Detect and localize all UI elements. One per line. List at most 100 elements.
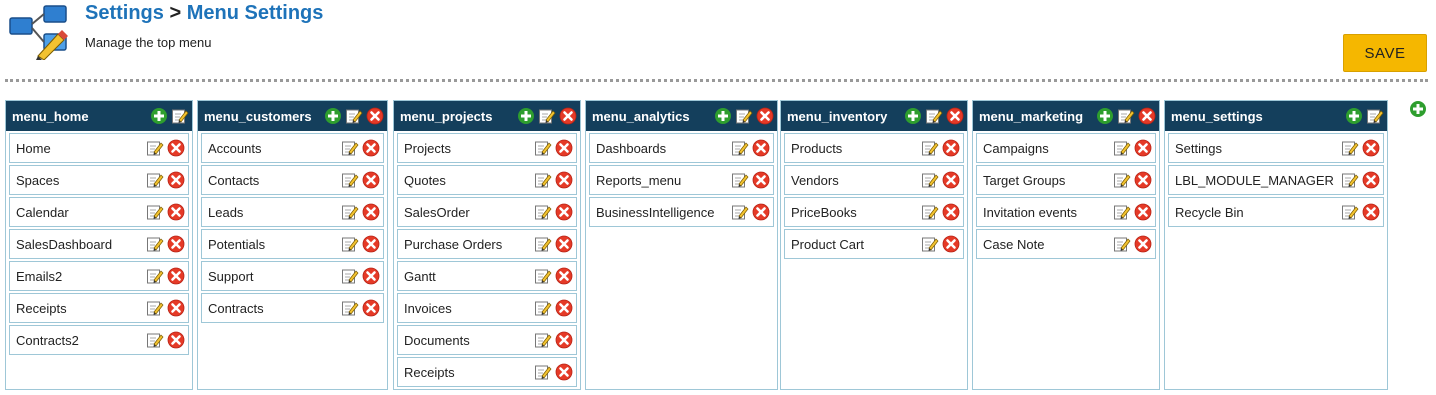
edit-item-icon[interactable] bbox=[921, 235, 939, 253]
add-menu-column-plus-icon[interactable] bbox=[1409, 100, 1427, 118]
add-item-plus-icon[interactable] bbox=[150, 107, 168, 125]
delete-item-icon[interactable] bbox=[362, 267, 380, 285]
menu-item[interactable]: Dashboards bbox=[589, 133, 774, 163]
menu-item[interactable]: Documents bbox=[397, 325, 577, 355]
delete-item-icon[interactable] bbox=[555, 299, 573, 317]
delete-item-icon[interactable] bbox=[555, 331, 573, 349]
edit-item-icon[interactable] bbox=[341, 267, 359, 285]
delete-item-icon[interactable] bbox=[942, 235, 960, 253]
delete-menu-icon[interactable] bbox=[559, 107, 577, 125]
edit-menu-icon[interactable] bbox=[538, 107, 556, 125]
edit-item-icon[interactable] bbox=[921, 139, 939, 157]
menu-item[interactable]: LBL_MODULE_MANAGER bbox=[1168, 165, 1384, 195]
edit-menu-icon[interactable] bbox=[925, 107, 943, 125]
menu-item[interactable]: SalesOrder bbox=[397, 197, 577, 227]
delete-item-icon[interactable] bbox=[167, 299, 185, 317]
delete-item-icon[interactable] bbox=[942, 203, 960, 221]
delete-item-icon[interactable] bbox=[555, 267, 573, 285]
edit-item-icon[interactable] bbox=[1341, 203, 1359, 221]
edit-menu-icon[interactable] bbox=[345, 107, 363, 125]
menu-item[interactable]: Recycle Bin bbox=[1168, 197, 1384, 227]
menu-item[interactable]: SalesDashboard bbox=[9, 229, 189, 259]
menu-item[interactable]: BusinessIntelligence bbox=[589, 197, 774, 227]
edit-item-icon[interactable] bbox=[1341, 139, 1359, 157]
delete-item-icon[interactable] bbox=[555, 235, 573, 253]
delete-item-icon[interactable] bbox=[362, 299, 380, 317]
menu-item[interactable]: Contracts bbox=[201, 293, 384, 323]
delete-item-icon[interactable] bbox=[752, 171, 770, 189]
edit-item-icon[interactable] bbox=[921, 171, 939, 189]
menu-item[interactable]: Invoices bbox=[397, 293, 577, 323]
menu-item[interactable]: Receipts bbox=[9, 293, 189, 323]
menu-item[interactable]: Invitation events bbox=[976, 197, 1156, 227]
delete-item-icon[interactable] bbox=[167, 267, 185, 285]
delete-item-icon[interactable] bbox=[942, 139, 960, 157]
edit-item-icon[interactable] bbox=[146, 331, 164, 349]
menu-item[interactable]: Leads bbox=[201, 197, 384, 227]
add-item-plus-icon[interactable] bbox=[1096, 107, 1114, 125]
menu-item[interactable]: Emails2 bbox=[9, 261, 189, 291]
delete-item-icon[interactable] bbox=[167, 139, 185, 157]
delete-menu-icon[interactable] bbox=[366, 107, 384, 125]
edit-item-icon[interactable] bbox=[341, 171, 359, 189]
delete-item-icon[interactable] bbox=[1134, 235, 1152, 253]
edit-item-icon[interactable] bbox=[534, 363, 552, 381]
delete-item-icon[interactable] bbox=[555, 363, 573, 381]
add-item-plus-icon[interactable] bbox=[324, 107, 342, 125]
delete-item-icon[interactable] bbox=[167, 203, 185, 221]
delete-menu-icon[interactable] bbox=[1138, 107, 1156, 125]
breadcrumb-root[interactable]: Settings bbox=[85, 2, 164, 24]
menu-item[interactable]: Quotes bbox=[397, 165, 577, 195]
delete-item-icon[interactable] bbox=[1134, 171, 1152, 189]
edit-item-icon[interactable] bbox=[731, 203, 749, 221]
edit-item-icon[interactable] bbox=[341, 139, 359, 157]
delete-item-icon[interactable] bbox=[362, 235, 380, 253]
edit-item-icon[interactable] bbox=[146, 203, 164, 221]
menu-item[interactable]: Vendors bbox=[784, 165, 964, 195]
delete-item-icon[interactable] bbox=[1362, 139, 1380, 157]
delete-item-icon[interactable] bbox=[362, 139, 380, 157]
edit-item-icon[interactable] bbox=[1341, 171, 1359, 189]
add-item-plus-icon[interactable] bbox=[1345, 107, 1363, 125]
menu-item[interactable]: Products bbox=[784, 133, 964, 163]
menu-item[interactable]: Campaigns bbox=[976, 133, 1156, 163]
menu-item[interactable]: Contacts bbox=[201, 165, 384, 195]
delete-item-icon[interactable] bbox=[555, 171, 573, 189]
add-item-plus-icon[interactable] bbox=[904, 107, 922, 125]
edit-item-icon[interactable] bbox=[146, 139, 164, 157]
menu-item[interactable]: Case Note bbox=[976, 229, 1156, 259]
delete-item-icon[interactable] bbox=[167, 235, 185, 253]
menu-item[interactable]: Projects bbox=[397, 133, 577, 163]
delete-item-icon[interactable] bbox=[752, 139, 770, 157]
edit-item-icon[interactable] bbox=[534, 235, 552, 253]
edit-item-icon[interactable] bbox=[146, 299, 164, 317]
edit-item-icon[interactable] bbox=[534, 171, 552, 189]
edit-item-icon[interactable] bbox=[534, 203, 552, 221]
edit-item-icon[interactable] bbox=[341, 299, 359, 317]
delete-menu-icon[interactable] bbox=[756, 107, 774, 125]
menu-item[interactable]: Support bbox=[201, 261, 384, 291]
edit-menu-icon[interactable] bbox=[1117, 107, 1135, 125]
edit-item-icon[interactable] bbox=[921, 203, 939, 221]
edit-item-icon[interactable] bbox=[534, 267, 552, 285]
edit-item-icon[interactable] bbox=[534, 331, 552, 349]
edit-item-icon[interactable] bbox=[731, 171, 749, 189]
delete-menu-icon[interactable] bbox=[946, 107, 964, 125]
delete-item-icon[interactable] bbox=[362, 171, 380, 189]
edit-item-icon[interactable] bbox=[1113, 203, 1131, 221]
delete-item-icon[interactable] bbox=[167, 171, 185, 189]
menu-item[interactable]: Purchase Orders bbox=[397, 229, 577, 259]
menu-item[interactable]: Calendar bbox=[9, 197, 189, 227]
delete-item-icon[interactable] bbox=[1362, 203, 1380, 221]
menu-item[interactable]: Spaces bbox=[9, 165, 189, 195]
edit-item-icon[interactable] bbox=[146, 235, 164, 253]
menu-item[interactable]: Accounts bbox=[201, 133, 384, 163]
delete-item-icon[interactable] bbox=[167, 331, 185, 349]
menu-item[interactable]: Gantt bbox=[397, 261, 577, 291]
menu-item[interactable]: Settings bbox=[1168, 133, 1384, 163]
delete-item-icon[interactable] bbox=[362, 203, 380, 221]
delete-item-icon[interactable] bbox=[1134, 203, 1152, 221]
delete-item-icon[interactable] bbox=[1134, 139, 1152, 157]
delete-item-icon[interactable] bbox=[555, 139, 573, 157]
menu-item[interactable]: Target Groups bbox=[976, 165, 1156, 195]
